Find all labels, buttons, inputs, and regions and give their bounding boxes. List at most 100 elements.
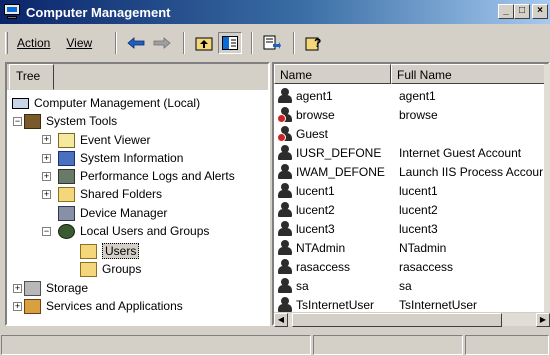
- tree-label: Performance Logs and Alerts: [80, 169, 235, 183]
- user-name: lucent3: [296, 222, 335, 236]
- users-list-pane[interactable]: Name Full Name agent1 agent1 browse browse G…: [272, 62, 550, 326]
- menu-view[interactable]: View: [66, 36, 92, 50]
- toolbar-separator: [115, 32, 118, 54]
- minimize-button[interactable]: _: [498, 4, 514, 19]
- performance-logs-icon: [58, 168, 75, 184]
- user-icon: [277, 297, 294, 313]
- tree-node-computer-management[interactable]: Computer Management (Local): [12, 94, 200, 112]
- forward-arrow-icon[interactable]: [150, 32, 174, 54]
- collapse-local-users-groups-icon[interactable]: −: [42, 227, 51, 236]
- show-hide-tree-icon[interactable]: [218, 32, 243, 54]
- column-header-name[interactable]: Name: [274, 64, 391, 84]
- tree-label: System Tools: [46, 114, 118, 128]
- scroll-left-button[interactable]: ◀: [274, 313, 288, 327]
- tree-node-event-viewer[interactable]: Event Viewer: [58, 131, 150, 149]
- tree-label: Shared Folders: [80, 187, 163, 201]
- user-row[interactable]: NTAdmin NTadmin: [274, 238, 548, 258]
- folder-icon: [80, 261, 97, 277]
- expand-system-information-icon[interactable]: +: [42, 154, 51, 163]
- svg-text:?: ?: [314, 36, 321, 50]
- tree-node-device-manager[interactable]: Device Manager: [58, 204, 167, 222]
- tree-label: Groups: [102, 262, 142, 276]
- menu-action[interactable]: Action: [17, 36, 50, 50]
- tab-tree[interactable]: Tree: [9, 64, 54, 90]
- user-icon: [277, 88, 294, 104]
- tree-node-system-tools[interactable]: System Tools: [24, 112, 117, 130]
- tree-node-services[interactable]: Services and Applications: [24, 297, 183, 315]
- user-icon: [277, 145, 294, 161]
- tree-node-local-users-groups[interactable]: Local Users and Groups: [58, 222, 209, 240]
- close-button[interactable]: ×: [532, 4, 548, 19]
- user-icon: [277, 202, 294, 218]
- user-full-name: TsInternetUser: [399, 298, 478, 312]
- user-name: sa: [296, 279, 309, 293]
- status-bar: [0, 334, 550, 356]
- back-arrow-icon[interactable]: [124, 32, 148, 54]
- tree-node-groups[interactable]: Groups: [80, 260, 141, 278]
- user-row[interactable]: sa sa: [274, 276, 548, 296]
- user-name: lucent2: [296, 203, 335, 217]
- user-row[interactable]: lucent3 lucent3: [274, 219, 548, 239]
- export-list-icon[interactable]: [260, 32, 284, 54]
- tree-label: Computer Management (Local): [34, 96, 201, 110]
- user-icon: [277, 259, 294, 275]
- status-cell: [313, 335, 463, 355]
- expand-performance-logs-icon[interactable]: +: [42, 172, 51, 181]
- user-name: lucent1: [296, 184, 335, 198]
- expand-event-viewer-icon[interactable]: +: [42, 135, 51, 144]
- user-row[interactable]: browse browse: [274, 105, 548, 125]
- user-name: agent1: [296, 89, 333, 103]
- user-row[interactable]: Guest: [274, 124, 548, 144]
- user-icon: [277, 221, 294, 237]
- menu-toolbar: Action View ?: [0, 26, 550, 60]
- user-row[interactable]: rasaccess rasaccess: [274, 257, 548, 277]
- expand-storage-icon[interactable]: +: [13, 284, 22, 293]
- user-full-name: Internet Guest Account: [399, 146, 522, 160]
- user-icon: [277, 240, 294, 256]
- toolbar-separator: [293, 32, 296, 54]
- tree-node-storage[interactable]: Storage: [24, 279, 88, 297]
- users-group-icon: [58, 223, 75, 239]
- user-row[interactable]: lucent1 lucent1: [274, 181, 548, 201]
- vertical-scrollbar[interactable]: [544, 64, 550, 312]
- help-icon[interactable]: ?: [302, 32, 326, 54]
- maximize-button[interactable]: □: [514, 4, 530, 19]
- user-row[interactable]: IUSR_DEFONE Internet Guest Account: [274, 143, 548, 163]
- tree-label: Device Manager: [80, 206, 168, 220]
- window-title: Computer Management: [26, 4, 171, 20]
- tree-node-shared-folders[interactable]: Shared Folders: [58, 185, 162, 203]
- scroll-right-button[interactable]: ▶: [536, 313, 550, 327]
- user-row[interactable]: IWAM_DEFONE Launch IIS Process Accour: [274, 162, 548, 182]
- user-full-name: lucent3: [399, 222, 438, 236]
- user-full-name: browse: [399, 108, 438, 122]
- user-full-name: agent1: [399, 89, 436, 103]
- tree-label: Services and Applications: [46, 299, 183, 313]
- expand-shared-folders-icon[interactable]: +: [42, 190, 51, 199]
- event-viewer-icon: [58, 132, 75, 148]
- toolbar-grip[interactable]: [5, 32, 8, 54]
- horizontal-scrollbar[interactable]: ◀ ▶: [274, 312, 550, 327]
- user-full-name: NTadmin: [399, 241, 447, 255]
- user-full-name: sa: [399, 279, 412, 293]
- tree-node-performance-logs[interactable]: Performance Logs and Alerts: [58, 167, 235, 185]
- storage-icon: [24, 280, 41, 296]
- scroll-thumb[interactable]: [292, 313, 502, 327]
- system-information-icon: [58, 150, 75, 166]
- services-icon: [24, 298, 41, 314]
- tree-node-system-information[interactable]: System Information: [58, 149, 183, 167]
- collapse-system-tools-icon[interactable]: −: [13, 117, 22, 126]
- user-row[interactable]: lucent2 lucent2: [274, 200, 548, 220]
- user-name: browse: [296, 108, 335, 122]
- tree-node-users[interactable]: Users: [80, 242, 140, 260]
- user-icon: [277, 278, 294, 294]
- user-row[interactable]: agent1 agent1: [274, 86, 548, 106]
- column-header-full-name[interactable]: Full Name: [391, 64, 548, 84]
- user-name: Guest: [296, 127, 329, 141]
- folder-icon: [80, 243, 97, 259]
- up-level-icon[interactable]: [192, 32, 216, 54]
- computer-management-icon: [3, 4, 21, 20]
- user-icon: [277, 164, 294, 180]
- expand-services-icon[interactable]: +: [13, 302, 22, 311]
- user-name: IUSR_DEFONE: [296, 146, 382, 160]
- tree-label: Event Viewer: [80, 133, 151, 147]
